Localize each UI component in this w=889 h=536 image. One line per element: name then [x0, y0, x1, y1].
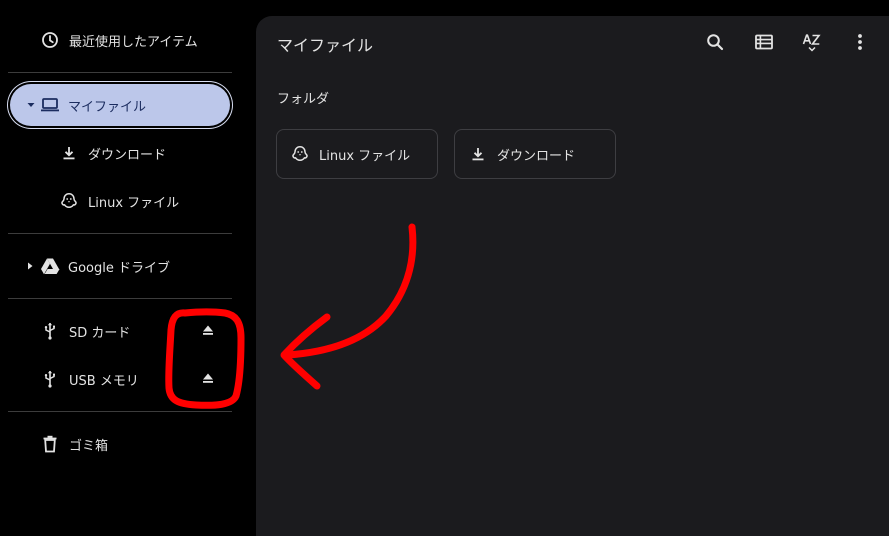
usb-icon — [41, 370, 59, 388]
penguin-icon — [291, 145, 309, 163]
view-toggle-button[interactable] — [752, 32, 776, 56]
caret-right-icon[interactable] — [26, 261, 34, 271]
sidebar-item-label: ダウンロード — [88, 147, 167, 163]
sidebar-item-recent[interactable]: 最近使用したアイテム — [0, 20, 240, 60]
search-button[interactable] — [703, 32, 727, 56]
section-label-folders: フォルダ — [277, 92, 330, 107]
sidebar-item-label: SD カード — [69, 325, 131, 341]
sidebar-item-downloads[interactable]: ダウンロード — [0, 133, 240, 173]
sidebar-item-label: Linux ファイル — [88, 195, 180, 211]
sidebar: 最近使用したアイテム マイファイル ダウンロード Linux ファイル Goog… — [0, 0, 240, 536]
more-vert-icon — [857, 33, 863, 55]
folder-card-label: ダウンロード — [497, 148, 576, 164]
trash-icon — [41, 435, 59, 453]
main-panel: マイファイル フォルダ Linux ファイル ダウンロード — [256, 16, 889, 536]
sidebar-item-label: USB メモリ — [69, 373, 139, 389]
sidebar-item-label: ゴミ箱 — [69, 438, 109, 454]
sidebar-divider — [8, 298, 232, 299]
penguin-icon — [60, 192, 78, 210]
sidebar-item-trash[interactable]: ゴミ箱 — [0, 424, 240, 464]
page-title: マイファイル — [277, 36, 374, 55]
folder-card-label: Linux ファイル — [319, 148, 411, 164]
folder-card-downloads[interactable]: ダウンロード — [454, 129, 616, 179]
sidebar-divider — [8, 233, 232, 234]
sidebar-item-google-drive[interactable]: Google ドライブ — [0, 246, 240, 286]
sidebar-divider — [8, 411, 232, 412]
sidebar-divider — [8, 72, 232, 73]
download-icon — [60, 144, 78, 162]
folder-card-linux-files[interactable]: Linux ファイル — [276, 129, 438, 179]
list-view-icon — [755, 34, 773, 54]
download-icon — [469, 145, 487, 163]
eject-icon[interactable] — [200, 322, 216, 338]
files-app: 最近使用したアイテム マイファイル ダウンロード Linux ファイル Goog… — [0, 0, 889, 536]
sort-button[interactable] — [800, 32, 824, 56]
eject-icon[interactable] — [200, 370, 216, 386]
clock-icon — [41, 31, 59, 49]
sidebar-item-label: 最近使用したアイテム — [69, 34, 198, 50]
sidebar-item-my-files[interactable]: マイファイル — [10, 84, 230, 126]
caret-down-icon[interactable] — [26, 100, 36, 110]
sidebar-item-label: マイファイル — [68, 99, 147, 115]
sidebar-item-label: Google ドライブ — [68, 260, 170, 276]
sort-az-icon — [802, 32, 822, 56]
google-drive-icon — [40, 257, 60, 275]
more-options-button[interactable] — [848, 32, 872, 56]
usb-icon — [41, 322, 59, 340]
sidebar-item-linux-files[interactable]: Linux ファイル — [0, 181, 240, 221]
laptop-icon — [40, 96, 60, 114]
search-icon — [706, 33, 724, 55]
